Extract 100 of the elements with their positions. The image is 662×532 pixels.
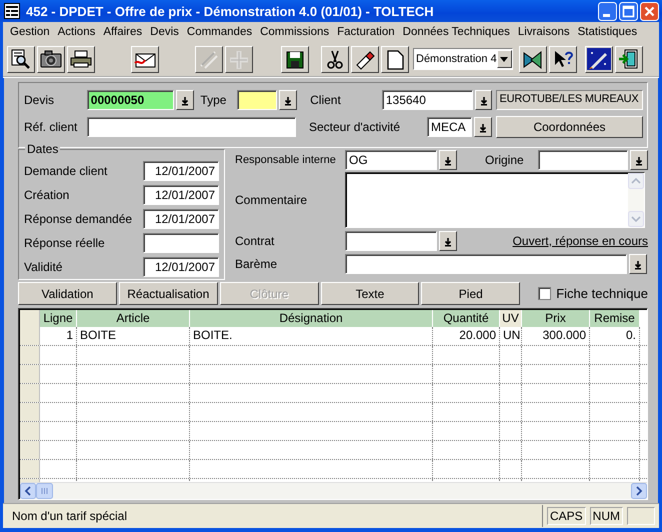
menu-item[interactable]: Facturation bbox=[333, 26, 399, 38]
field-label: Demande client bbox=[24, 164, 108, 178]
status-message: Nom d'un tarif spécial bbox=[11, 509, 128, 523]
action-button[interactable]: Validation bbox=[18, 282, 117, 305]
quote-number-field[interactable]: 00000050 bbox=[86, 90, 174, 110]
scroll-left-icon bbox=[20, 483, 36, 499]
menu-item[interactable]: Commissions bbox=[256, 26, 334, 38]
menu-item[interactable]: Commandes bbox=[182, 26, 256, 38]
menu-item[interactable]: Actions bbox=[54, 26, 100, 38]
client-field[interactable]: 135640 bbox=[382, 90, 473, 110]
status-panel bbox=[627, 507, 655, 525]
window-title: 452 - DPDET - Offre de prix - Démonstration 4.0 (01/01) - TOLTECH bbox=[26, 4, 435, 18]
table-cell: BOITE bbox=[77, 327, 190, 345]
dropdown-button[interactable] bbox=[474, 90, 492, 110]
row-header bbox=[20, 310, 40, 327]
maximize-button[interactable] bbox=[619, 2, 638, 20]
save-button[interactable] bbox=[281, 46, 309, 72]
scroll-up-icon bbox=[628, 173, 644, 189]
field-label: Validité bbox=[24, 260, 62, 274]
close-button[interactable] bbox=[640, 2, 659, 20]
field-label: Réponse réelle bbox=[24, 236, 105, 250]
table-cell: BOITE. bbox=[190, 327, 433, 345]
eraser-button[interactable] bbox=[351, 46, 379, 72]
scrollbar-thumb bbox=[36, 483, 53, 499]
menu-item[interactable]: Affaires bbox=[99, 26, 146, 38]
dropdown-button[interactable] bbox=[439, 230, 457, 250]
checkbox-label: Fiche technique bbox=[556, 286, 648, 301]
field-label: Type bbox=[200, 92, 228, 106]
table-cell: 300.000 bbox=[522, 327, 590, 345]
field-label: Secteur d'activité bbox=[309, 120, 402, 134]
minimize-button[interactable] bbox=[598, 2, 617, 20]
checkbox[interactable] bbox=[538, 287, 552, 300]
action-button[interactable]: Réactualisation bbox=[118, 282, 218, 305]
table-cell: 0. bbox=[590, 327, 640, 345]
origin-field[interactable] bbox=[538, 150, 628, 170]
menu-item[interactable]: Livraisons bbox=[514, 26, 574, 38]
dropdown-button[interactable] bbox=[474, 116, 492, 136]
camera-button[interactable] bbox=[37, 46, 65, 72]
date-field[interactable]: 12/01/2007 bbox=[143, 160, 219, 180]
field-label: Origine bbox=[485, 152, 525, 166]
exit-door-button[interactable] bbox=[615, 46, 643, 72]
dropdown-button[interactable] bbox=[176, 90, 194, 110]
dropdown-button[interactable] bbox=[629, 254, 647, 274]
dropdown-arrow-icon bbox=[500, 56, 508, 62]
field-label: Commentaire bbox=[235, 193, 308, 207]
field-label: Réponse demandée bbox=[24, 212, 132, 226]
profile-dropdown[interactable]: Démonstration 4 bbox=[413, 48, 513, 70]
menu-item[interactable]: Devis bbox=[146, 26, 183, 38]
field-label: Devis bbox=[24, 92, 56, 106]
status-indicator: NUM bbox=[590, 507, 623, 525]
date-field[interactable] bbox=[143, 232, 219, 252]
comment-field[interactable] bbox=[345, 172, 645, 228]
scissors-button[interactable] bbox=[321, 46, 349, 72]
dropdown-button[interactable] bbox=[279, 90, 298, 110]
date-field[interactable]: 12/01/2007 bbox=[143, 256, 219, 276]
client-name-field: EUROTUBE/LES MUREAUX bbox=[496, 90, 643, 110]
camera-icon bbox=[39, 48, 63, 70]
column-header: Ligne bbox=[40, 310, 77, 327]
table-cell: UN bbox=[500, 327, 522, 345]
app-icon bbox=[4, 3, 20, 19]
manager-field[interactable]: OG bbox=[345, 150, 437, 170]
table-cell: 20.000 bbox=[433, 327, 500, 345]
date-field[interactable]: 12/01/2007 bbox=[143, 184, 219, 204]
column-header: Quantité bbox=[433, 310, 500, 327]
envelope-button[interactable] bbox=[131, 46, 159, 72]
table-cell: 1 bbox=[40, 327, 77, 345]
client-reference-field[interactable] bbox=[87, 116, 296, 136]
column-header: Remise bbox=[590, 310, 640, 327]
field-label: Responsable interne bbox=[235, 154, 337, 166]
dropdown-button[interactable] bbox=[630, 150, 648, 170]
status-link[interactable]: Ouvert, réponse en cours bbox=[512, 234, 648, 248]
column-header: Prix bbox=[522, 310, 590, 327]
column-header: UV bbox=[500, 310, 522, 327]
menu-item[interactable]: Gestion bbox=[6, 26, 54, 38]
blank-page-button[interactable] bbox=[381, 46, 409, 72]
help-pointer-button[interactable] bbox=[549, 46, 577, 72]
column-header: Article bbox=[77, 310, 190, 327]
contract-field[interactable] bbox=[345, 230, 437, 250]
field-label: Contrat bbox=[235, 234, 276, 248]
field-label: Barème bbox=[235, 256, 278, 270]
menu-item[interactable]: Données Techniques bbox=[398, 26, 514, 38]
action-button[interactable]: Texte bbox=[320, 282, 420, 305]
field-label: Réf. client bbox=[24, 120, 78, 134]
field-label: Client bbox=[310, 92, 342, 106]
date-field[interactable]: 12/01/2007 bbox=[143, 208, 219, 228]
contact-details-button[interactable]: Coordonnées bbox=[496, 116, 643, 138]
printer-button[interactable] bbox=[67, 46, 95, 72]
plus-icon bbox=[227, 48, 251, 70]
type-field[interactable] bbox=[237, 90, 278, 110]
column-header: Désignation bbox=[190, 310, 433, 327]
status-indicator: CAPS bbox=[546, 507, 586, 525]
menu-item[interactable]: Statistiques bbox=[574, 26, 642, 38]
scroll-right-icon bbox=[631, 483, 647, 499]
dropdown-button[interactable] bbox=[439, 150, 457, 170]
printer-icon bbox=[69, 48, 93, 70]
action-button[interactable]: Pied bbox=[421, 282, 520, 305]
magnifier-document-button[interactable] bbox=[7, 46, 35, 72]
rate-scale-field[interactable] bbox=[345, 254, 627, 274]
sector-field[interactable]: MECA bbox=[427, 116, 472, 136]
group-title: Dates bbox=[25, 142, 60, 156]
